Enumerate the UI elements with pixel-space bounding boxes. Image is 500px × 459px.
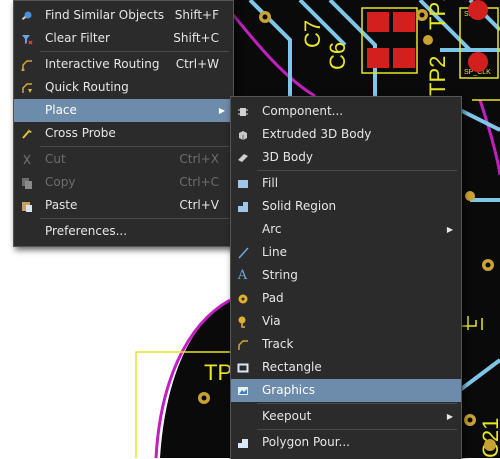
- context-menu: Find Similar Objects Shift+F Clear Filte…: [13, 0, 234, 247]
- menu-separator: [40, 146, 229, 147]
- fill-icon: [236, 177, 249, 190]
- extruded-3d-body-icon: [236, 128, 249, 141]
- cross-probe-icon: [20, 127, 33, 140]
- menu-item-clear-filter[interactable]: Clear Filter Shift+C: [14, 27, 233, 50]
- via-icon: [236, 315, 249, 328]
- menu-item-interactive-routing[interactable]: Interactive Routing Ctrl+W: [14, 53, 233, 76]
- menu-separator: [257, 403, 457, 404]
- menu-separator: [257, 170, 457, 171]
- submenu-item-extruded-3d-body[interactable]: Extruded 3D Body: [231, 123, 461, 146]
- submenu-arrow-icon: ▶: [446, 412, 453, 421]
- submenu-item-component[interactable]: Component...: [231, 100, 461, 123]
- submenu-item-string[interactable]: A String: [231, 264, 461, 287]
- silk-label-c6: C6: [325, 42, 350, 70]
- submenu-item-polygon-pour[interactable]: Polygon Pour...: [231, 431, 461, 454]
- interactive-routing-icon: [20, 58, 33, 71]
- clear-filter-icon: [20, 32, 33, 45]
- silk-label-tp2: TP2: [425, 56, 450, 96]
- find-similar-icon: [20, 9, 33, 22]
- menu-item-cross-probe[interactable]: Cross Probe: [14, 122, 233, 145]
- submenu-item-keepout[interactable]: Keepout ▶: [231, 405, 461, 428]
- submenu-item-fill[interactable]: Fill: [231, 172, 461, 195]
- polygon-pour-icon: [236, 436, 249, 449]
- submenu-arrow-icon: ▶: [218, 106, 225, 115]
- pad-icon: [236, 292, 249, 305]
- silk-label-c7: C7: [300, 20, 325, 48]
- submenu-item-via[interactable]: Via: [231, 310, 461, 333]
- menu-item-copy[interactable]: Copy Ctrl+C: [14, 171, 233, 194]
- paste-icon: [20, 199, 33, 212]
- solid-region-icon: [236, 200, 249, 213]
- menu-item-paste[interactable]: Paste Ctrl+V: [14, 194, 233, 217]
- menu-item-preferences[interactable]: Preferences...: [14, 220, 233, 243]
- track-icon: [236, 338, 249, 351]
- submenu-item-graphics[interactable]: Graphics: [231, 379, 461, 402]
- submenu-item-arc[interactable]: Arc ▶: [231, 218, 461, 241]
- menu-separator: [40, 218, 229, 219]
- line-icon: [236, 246, 249, 259]
- menu-item-cut[interactable]: Cut Ctrl+X: [14, 148, 233, 171]
- silk-label-tp1: TP1: [425, 0, 450, 30]
- silk-label-tp: TP: [204, 360, 232, 385]
- graphics-icon: [236, 384, 249, 397]
- submenu-item-track[interactable]: Track: [231, 333, 461, 356]
- quick-routing-icon: [20, 81, 33, 94]
- copy-icon: [20, 176, 33, 189]
- 3d-body-icon: [236, 151, 249, 164]
- menu-item-quick-routing[interactable]: Quick Routing: [14, 76, 233, 99]
- submenu-item-pad[interactable]: Pad: [231, 287, 461, 310]
- cut-icon: [20, 153, 33, 166]
- submenu-arrow-icon: ▶: [446, 225, 453, 234]
- submenu-item-3d-body[interactable]: 3D Body: [231, 146, 461, 169]
- menu-separator: [257, 429, 457, 430]
- string-icon: A: [237, 268, 248, 283]
- rectangle-icon: [236, 361, 249, 374]
- place-submenu: Component... Extruded 3D Body 3D Body Fi…: [230, 96, 462, 459]
- menu-item-place[interactable]: Place ▶: [14, 99, 233, 122]
- submenu-item-solid-region[interactable]: Solid Region: [231, 195, 461, 218]
- menu-item-find-similar-objects[interactable]: Find Similar Objects Shift+F: [14, 4, 233, 27]
- silk-label-c21: C21: [478, 418, 500, 458]
- component-icon: [236, 105, 249, 118]
- submenu-item-rectangle[interactable]: Rectangle: [231, 356, 461, 379]
- submenu-item-line[interactable]: Line: [231, 241, 461, 264]
- menu-separator: [40, 51, 229, 52]
